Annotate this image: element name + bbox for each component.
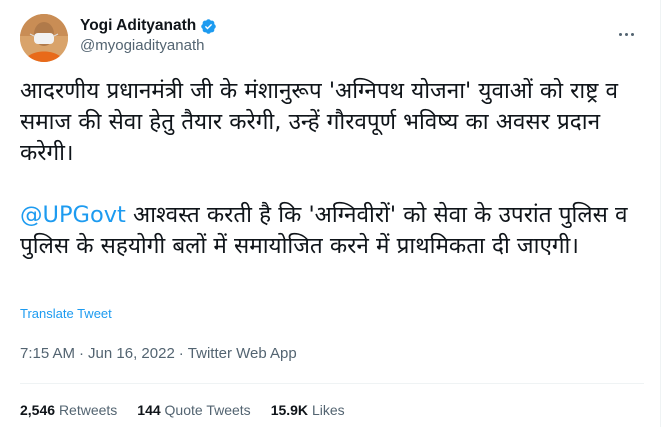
likes-count: 15.9K	[270, 402, 309, 418]
more-dot	[630, 32, 634, 36]
meta-separator: ·	[79, 345, 85, 362]
author-names: Yogi Adityanath @myogiadityanath	[80, 17, 217, 54]
avatar[interactable]	[20, 14, 68, 62]
tweet-paragraph-2: @UPGovt आश्वस्त करती है कि 'अग्निवीरों' …	[20, 200, 644, 262]
tweet-time[interactable]: 7:15 AM	[20, 345, 75, 362]
divider	[20, 383, 644, 384]
quote-tweets-label: Quote Tweets	[164, 402, 251, 418]
avatar-image	[20, 14, 68, 62]
meta-separator: ·	[178, 345, 184, 362]
quote-tweets-stat[interactable]: 144 Quote Tweets	[137, 402, 250, 418]
verified-badge-icon	[201, 18, 217, 34]
likes-stat[interactable]: 15.9K Likes	[271, 402, 345, 418]
tweet-paragraph-1: आदरणीय प्रधानमंत्री जी के मंशानुरूप 'अग्…	[20, 78, 626, 166]
tweet-metadata: 7:15 AM · Jun 16, 2022 · Twitter Web App	[20, 345, 297, 362]
more-dot	[624, 32, 628, 36]
display-name-row: Yogi Adityanath	[80, 17, 217, 35]
tweet-date[interactable]: Jun 16, 2022	[88, 345, 175, 362]
tweet-card: Yogi Adityanath @myogiadityanath आदरणीय …	[0, 0, 661, 427]
tweet-source[interactable]: Twitter Web App	[188, 345, 297, 362]
retweets-count: 2,546	[20, 402, 56, 418]
author-handle[interactable]: @myogiadityanath	[80, 37, 217, 54]
tweet-stats: 2,546 Retweets 144 Quote Tweets 15.9K Li…	[20, 402, 345, 418]
tweet-text: आदरणीय प्रधानमंत्री जी के मंशानुरूप 'अग्…	[20, 76, 644, 262]
tweet-header: Yogi Adityanath @myogiadityanath	[20, 14, 644, 62]
likes-label: Likes	[311, 402, 345, 418]
mention-link[interactable]: @UPGovt	[20, 202, 126, 228]
more-options-icon[interactable]	[614, 22, 638, 46]
quote-tweets-count: 144	[137, 402, 161, 418]
retweets-label: Retweets	[58, 402, 118, 418]
translate-tweet-link[interactable]: Translate Tweet	[20, 306, 112, 321]
more-dot	[618, 32, 622, 36]
retweets-stat[interactable]: 2,546 Retweets	[20, 402, 117, 418]
display-name[interactable]: Yogi Adityanath	[80, 17, 196, 35]
